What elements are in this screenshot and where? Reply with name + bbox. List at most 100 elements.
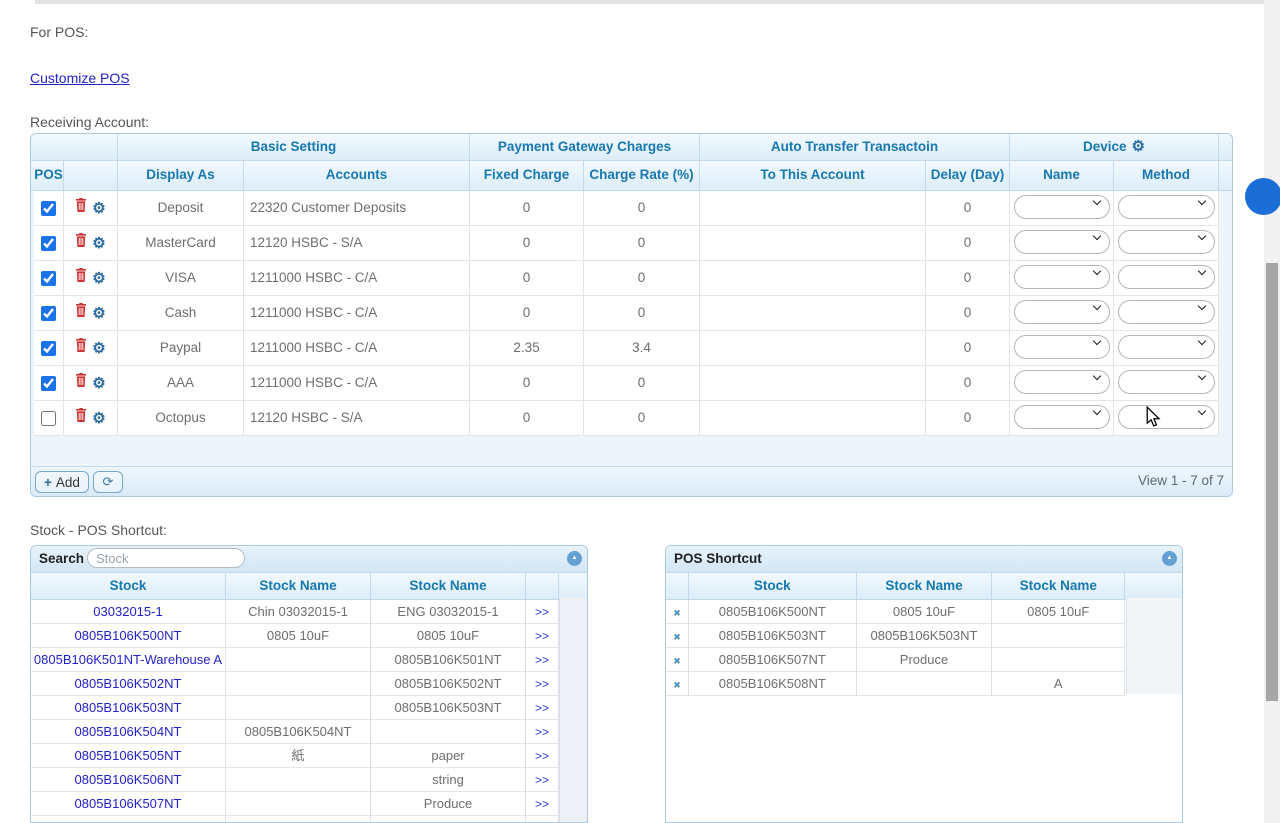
stock-cell: 0805B106K507NT	[31, 792, 226, 816]
shortcut-row: ✖0805B106K500NT0805 10uF0805 10uF	[666, 600, 1182, 624]
pos-shortcut-panel: POS Shortcut ▲ Stock Stock Name Stock Na…	[665, 545, 1183, 823]
pos-enabled-checkbox[interactable]	[41, 271, 56, 286]
device-name-select[interactable]	[1014, 230, 1110, 254]
pos-enabled-checkbox[interactable]	[41, 376, 56, 391]
group-basic-setting: Basic Setting	[118, 134, 470, 160]
delete-row-trash-icon[interactable]	[75, 373, 87, 390]
move-to-shortcut-button[interactable]: >>	[535, 749, 549, 763]
move-to-shortcut-button[interactable]: >>	[535, 653, 549, 667]
device-method-select[interactable]	[1118, 300, 1215, 324]
stock-name-2-cell: ENG 03032015-1	[371, 600, 526, 624]
remove-cell: ✖	[666, 672, 689, 696]
stock-link[interactable]: 0805B106K500NT	[75, 628, 182, 643]
stock-name-1-cell: 0805 10uF	[226, 624, 371, 648]
fixed-charge-cell: 0	[470, 401, 584, 436]
scrollbar-thumb[interactable]	[1266, 263, 1278, 701]
receiving-account-row: ⚙Deposit22320 Customer Deposits000	[31, 191, 1232, 226]
device-name-select[interactable]	[1014, 405, 1110, 429]
device-method-select[interactable]	[1118, 195, 1215, 219]
device-name-select[interactable]	[1014, 335, 1110, 359]
col-trailing	[1125, 573, 1182, 599]
floating-blue-button[interactable]	[1245, 178, 1280, 215]
move-to-shortcut-button[interactable]: >>	[535, 629, 549, 643]
device-method-select-wrap	[1118, 331, 1215, 364]
stock-link[interactable]: 0805B106K501NT-Warehouse A	[34, 652, 222, 667]
stock-panel-trailing-strip	[559, 598, 588, 822]
receiving-account-row: ⚙MasterCard12120 HSBC - S/A000	[31, 226, 1232, 261]
device-method-select-wrap	[1118, 226, 1215, 259]
pos-enabled-checkbox[interactable]	[41, 306, 56, 321]
remove-shortcut-button[interactable]: ✖	[673, 632, 681, 642]
col-stock-name-1: Stock Name	[226, 573, 371, 599]
device-settings-gear-icon[interactable]: ⚙	[1132, 138, 1145, 155]
remove-shortcut-button[interactable]: ✖	[673, 680, 681, 690]
move-to-shortcut-button[interactable]: >>	[535, 605, 549, 619]
pos-checkbox-cell	[34, 366, 64, 401]
pos-enabled-checkbox[interactable]	[41, 341, 56, 356]
col-trailing	[559, 573, 587, 599]
device-name-select[interactable]	[1014, 265, 1110, 289]
device-name-cell	[1010, 331, 1114, 366]
stock-link[interactable]: 0805B106K503NT	[75, 700, 182, 715]
delete-row-trash-icon[interactable]	[75, 268, 87, 285]
pos-enabled-checkbox[interactable]	[41, 236, 56, 251]
remove-cell: ✖	[666, 624, 689, 648]
row-settings-gear-icon[interactable]: ⚙	[92, 234, 105, 252]
delete-row-trash-icon[interactable]	[75, 408, 87, 425]
row-settings-gear-icon[interactable]: ⚙	[92, 304, 105, 322]
row-settings-gear-icon[interactable]: ⚙	[92, 269, 105, 287]
stock-panel-header-row: Stock Stock Name Stock Name	[31, 573, 587, 600]
delete-row-trash-icon[interactable]	[75, 233, 87, 250]
stock-link[interactable]: 0805B106K506NT	[75, 772, 182, 787]
delete-row-trash-icon[interactable]	[75, 338, 87, 355]
row-settings-gear-icon[interactable]: ⚙	[92, 409, 105, 427]
stock-search-input[interactable]	[87, 548, 245, 568]
device-name-select-wrap	[1014, 366, 1110, 399]
collapse-stock-panel-button[interactable]: ▲	[567, 551, 582, 566]
device-name-select[interactable]	[1014, 300, 1110, 324]
move-to-shortcut-button[interactable]: >>	[535, 677, 549, 691]
row-settings-gear-icon[interactable]: ⚙	[92, 339, 105, 357]
remove-shortcut-button[interactable]: ✖	[673, 656, 681, 666]
pos-checkbox-cell	[34, 261, 64, 296]
device-name-select[interactable]	[1014, 370, 1110, 394]
stock-link[interactable]: 03032015-1	[93, 604, 162, 619]
device-name-select[interactable]	[1014, 195, 1110, 219]
device-method-select[interactable]	[1118, 265, 1215, 289]
add-button[interactable]: +Add	[35, 471, 89, 493]
move-to-shortcut-button[interactable]: >>	[535, 773, 549, 787]
delete-row-trash-icon[interactable]	[75, 303, 87, 320]
stock-link[interactable]: 0805B106K504NT	[75, 724, 182, 739]
stock-name-2-cell: string	[371, 768, 526, 792]
accounts-cell: 1211000 HSBC - C/A	[244, 296, 470, 331]
device-method-select[interactable]	[1118, 405, 1215, 429]
row-settings-gear-icon[interactable]: ⚙	[92, 199, 105, 217]
charge-rate-cell: 0	[584, 366, 700, 401]
device-method-select[interactable]	[1118, 335, 1215, 359]
remove-shortcut-button[interactable]: ✖	[673, 608, 681, 618]
move-to-shortcut-button[interactable]: >>	[535, 725, 549, 739]
collapse-shortcut-panel-button[interactable]: ▲	[1162, 551, 1177, 566]
collapse-up-icon: ▲	[1162, 551, 1177, 566]
charge-rate-cell: 0	[584, 296, 700, 331]
delete-row-trash-icon[interactable]	[75, 198, 87, 215]
customize-pos-link[interactable]: Customize POS	[30, 70, 130, 86]
stock-cell: 0805B106K502NT	[31, 672, 226, 696]
stock-link[interactable]: 0805B106K502NT	[75, 676, 182, 691]
pos-enabled-checkbox[interactable]	[41, 201, 56, 216]
row-settings-gear-icon[interactable]: ⚙	[92, 374, 105, 392]
move-to-shortcut-button[interactable]: >>	[535, 701, 549, 715]
receiving-account-row: ⚙Cash1211000 HSBC - C/A000	[31, 296, 1232, 331]
move-to-shortcut-button[interactable]: >>	[535, 797, 549, 811]
stock-name-1-cell	[857, 672, 993, 696]
pager-view-text: View 1 - 7 of 7	[1138, 473, 1224, 488]
stock-cell: 0805B106K503NT	[31, 696, 226, 720]
stock-link[interactable]: 0805B106K505NT	[75, 748, 182, 763]
device-method-select[interactable]	[1118, 370, 1215, 394]
pos-enabled-checkbox[interactable]	[41, 411, 56, 426]
device-method-select[interactable]	[1118, 230, 1215, 254]
move-cell: >>	[526, 792, 559, 816]
refresh-button[interactable]: ⟳	[93, 471, 123, 493]
refresh-icon: ⟳	[103, 474, 114, 489]
stock-link[interactable]: 0805B106K507NT	[75, 796, 182, 811]
